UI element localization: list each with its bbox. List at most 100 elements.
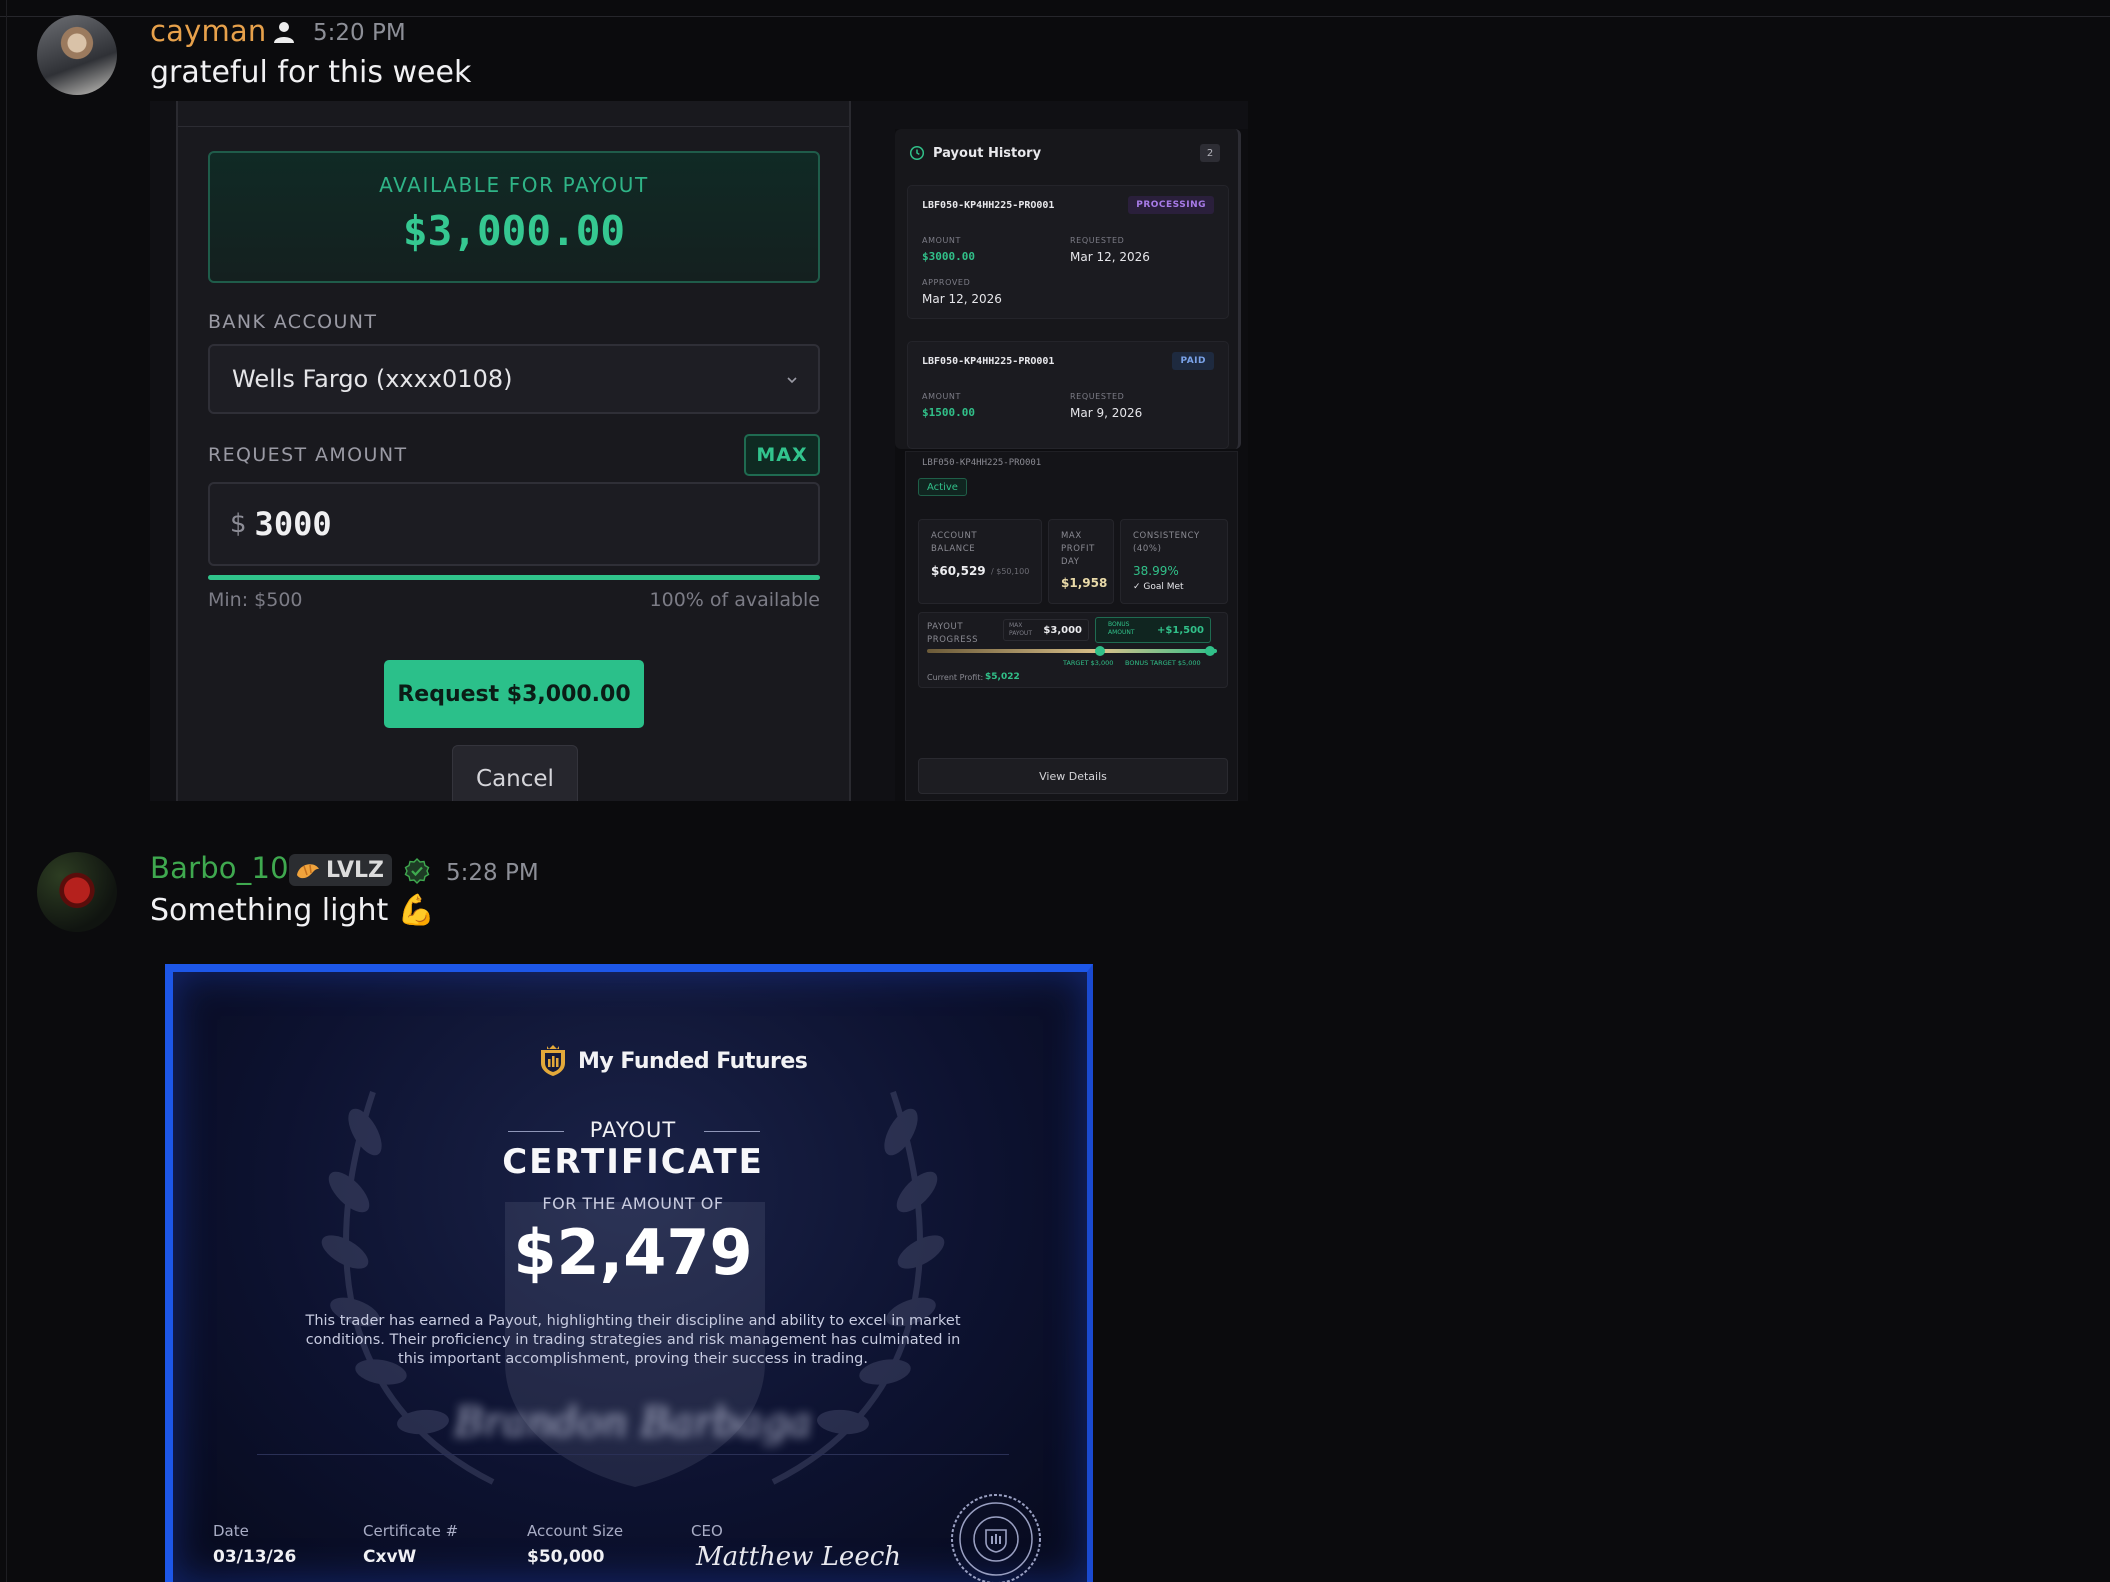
requested-label: REQUESTED <box>1070 392 1125 401</box>
approved-label: APPROVED <box>922 278 971 287</box>
date-value: 03/13/26 <box>213 1547 297 1567</box>
clock-icon <box>909 145 925 161</box>
certificate-number-label: Certificate # <box>363 1522 459 1540</box>
current-profit-label: Current Profit: <box>927 673 984 682</box>
username-barbo[interactable]: Barbo_10 <box>150 851 289 885</box>
amount-limits-row: Min: $500 100% of available <box>208 589 820 611</box>
bank-account-label: BANK ACCOUNT <box>208 311 378 333</box>
message-text: Something light 💪 <box>150 893 436 928</box>
stat-label: ACCOUNT BALANCE <box>931 531 978 554</box>
croissant-icon <box>297 864 319 879</box>
amount-label: AMOUNT <box>922 236 961 245</box>
server-tag-badge[interactable]: LVLZ <box>289 854 392 886</box>
channel-top-divider <box>0 16 2110 17</box>
status-badge: PROCESSING <box>1128 196 1214 214</box>
stat-value: $60,529 <box>931 564 986 578</box>
requested-date: Mar 12, 2026 <box>1070 250 1150 264</box>
goal-met-text: ✓ Goal Met <box>1133 582 1184 592</box>
payout-id: LBF050-KP4HH225-PRO001 <box>922 200 1055 211</box>
current-profit-value: $5,022 <box>985 672 1020 682</box>
date-label: Date <box>213 1522 249 1540</box>
panel-header-strip <box>178 101 849 127</box>
signature-rule <box>257 1454 1009 1455</box>
bonus-value: +$1,500 <box>1157 625 1204 636</box>
stat-value: $1,958 <box>1061 576 1108 590</box>
seal-icon <box>951 1494 1041 1582</box>
max-profit-day-stat: MAX PROFIT DAY $1,958 <box>1048 519 1114 604</box>
payout-count-badge: 2 <box>1200 144 1220 162</box>
payout-history-card: Payout History 2 LBF050-KP4HH225-PRO001 … <box>895 129 1241 449</box>
available-label: AVAILABLE FOR PAYOUT <box>379 173 649 197</box>
chevron-down-icon <box>787 377 797 384</box>
amount-input[interactable]: $ 3000 <box>208 482 820 566</box>
bank-account-value: Wells Fargo (xxxx0108) <box>232 365 513 393</box>
divider-right <box>704 1131 760 1132</box>
status-badge: PAID <box>1172 352 1214 370</box>
requested-label: REQUESTED <box>1070 236 1125 245</box>
max-payout-box: MAX PAYOUT $3,000 <box>1003 619 1089 641</box>
amount-value: $1500.00 <box>922 406 975 419</box>
certificate-for-amount: FOR THE AMOUNT OF <box>542 1194 724 1213</box>
attachment-image-payout[interactable]: AVAILABLE FOR PAYOUT $3,000.00 BANK ACCO… <box>150 101 1248 801</box>
available-for-payout-card: AVAILABLE FOR PAYOUT $3,000.00 <box>208 151 820 283</box>
stat-label: MAX PROFIT DAY <box>1061 531 1095 567</box>
certificate-number-value: CxvW <box>363 1547 417 1567</box>
min-text: Min: $500 <box>208 589 303 611</box>
server-tag-label: LVLZ <box>326 857 384 883</box>
request-payout-button[interactable]: Request $3,000.00 <box>384 660 644 728</box>
bonus-label: BONUS AMOUNT <box>1108 621 1135 636</box>
requested-date: Mar 9, 2026 <box>1070 406 1143 420</box>
brand-name: My Funded Futures <box>578 1048 808 1074</box>
attachment-image-certificate[interactable]: My Funded Futures PAYOUT CERTIFICATE FOR… <box>165 964 1093 1582</box>
progress-label: PAYOUT PROGRESS <box>927 622 979 645</box>
payout-id: LBF050-KP4HH225-PRO001 <box>922 356 1055 367</box>
view-details-button[interactable]: View Details <box>918 758 1228 794</box>
message-timestamp: 5:20 PM <box>313 20 406 46</box>
account-id: LBF050-KP4HH225-PRO001 <box>922 458 1042 468</box>
account-side-panel: Payout History 2 LBF050-KP4HH225-PRO001 … <box>895 129 1248 801</box>
certificate-amount: $2,479 <box>513 1216 753 1289</box>
amount-progress-fill <box>208 575 820 580</box>
certificate-description: This trader has earned a Payout, highlig… <box>305 1313 961 1367</box>
account-status-badge: Active <box>918 478 967 496</box>
channel-left-divider <box>6 0 7 1582</box>
amount-value: 3000 <box>254 505 332 543</box>
payout-history-item[interactable]: LBF050-KP4HH225-PRO001 PAID AMOUNT $1500… <box>907 341 1229 449</box>
payout-request-panel: AVAILABLE FOR PAYOUT $3,000.00 BANK ACCO… <box>176 101 851 801</box>
cancel-button[interactable]: Cancel <box>452 745 578 801</box>
max-payout-label: MAX PAYOUT <box>1009 622 1032 637</box>
amount-value: $3000.00 <box>922 250 975 263</box>
payout-history-title: Payout History <box>933 145 1042 161</box>
ceo-label: CEO <box>691 1522 723 1540</box>
payout-progress-card: PAYOUT PROGRESS MAX PAYOUT $3,000 BONUS … <box>918 612 1228 688</box>
stat-label: CONSISTENCY (40%) <box>1133 531 1200 554</box>
verified-icon <box>404 858 430 884</box>
payout-progress-track <box>927 649 1217 653</box>
trader-signature: Brandon Barbaga <box>454 1400 812 1446</box>
target-marker <box>1095 646 1105 656</box>
ceo-signature: Matthew Leech <box>696 1542 902 1572</box>
account-balance-stat: ACCOUNT BALANCE $60,529 / $50,100 <box>918 519 1042 604</box>
bank-account-select[interactable]: Wells Fargo (xxxx0108) <box>208 344 820 414</box>
max-button[interactable]: MAX <box>744 434 820 476</box>
amount-label: AMOUNT <box>922 392 961 401</box>
bonus-amount-box: BONUS AMOUNT +$1,500 <box>1095 617 1211 643</box>
currency-symbol: $ <box>230 509 247 539</box>
certificate-payout-label: PAYOUT <box>589 1118 677 1142</box>
message-text: grateful for this week <box>150 55 472 90</box>
avatar-cayman[interactable] <box>37 15 117 95</box>
account-summary-card: LBF050-KP4HH225-PRO001 Active ACCOUNT BA… <box>905 451 1238 801</box>
max-payout-value: $3,000 <box>1043 625 1082 636</box>
account-size-label: Account Size <box>527 1522 624 1540</box>
bonus-target-label: BONUS TARGET $5,000 <box>1125 659 1201 667</box>
consistency-stat: CONSISTENCY (40%) 38.99% ✓ Goal Met <box>1120 519 1228 604</box>
username-cayman[interactable]: cayman <box>150 14 266 48</box>
bonus-target-marker <box>1205 646 1215 656</box>
avatar-barbo[interactable] <box>37 852 117 932</box>
payout-history-header: Payout History <box>909 145 1041 161</box>
payout-history-item[interactable]: LBF050-KP4HH225-PRO001 PROCESSING AMOUNT… <box>907 185 1229 319</box>
request-amount-label: REQUEST AMOUNT <box>208 444 408 466</box>
percent-text: 100% of available <box>649 589 820 611</box>
balance-base: / $50,100 <box>991 567 1030 576</box>
approved-date: Mar 12, 2026 <box>922 292 1002 306</box>
